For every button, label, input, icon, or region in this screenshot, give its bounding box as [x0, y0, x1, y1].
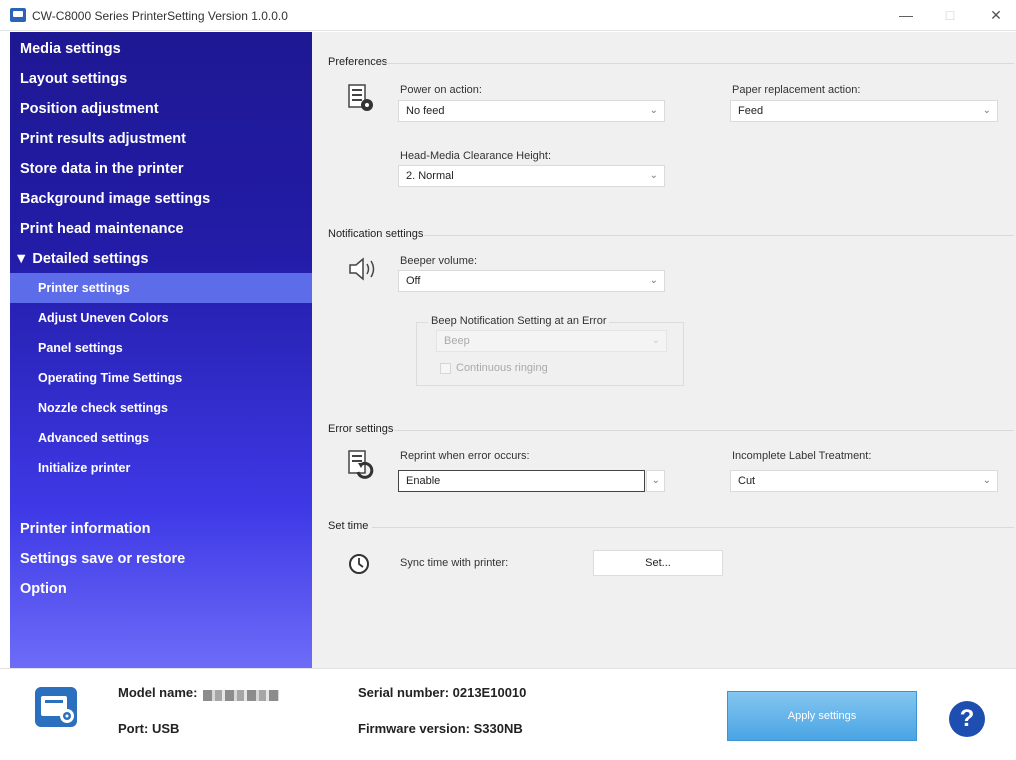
reprint-value: Enable	[406, 475, 441, 487]
head-clearance-label: Head-Media Clearance Height:	[400, 150, 552, 162]
port-label: Port: USB	[118, 721, 180, 736]
continuous-ringing-label: Continuous ringing	[456, 362, 548, 374]
sidebar-item-settings-save-restore[interactable]: Settings save or restore	[20, 551, 185, 567]
sidebar-subitem-nozzle-check[interactable]: Nozzle check settings	[38, 401, 168, 415]
sidebar-subitem-operating-time[interactable]: Operating Time Settings	[38, 371, 182, 385]
divider	[384, 63, 1014, 64]
beeper-volume-value: Off	[406, 275, 421, 287]
printer-settings-icon	[35, 687, 77, 727]
sidebar-item-position-adjustment[interactable]: Position adjustment	[20, 101, 159, 117]
printer-gear-icon	[348, 84, 373, 111]
sidebar-item-media-settings[interactable]: Media settings	[20, 41, 121, 57]
power-on-action-value: No feed	[406, 105, 445, 117]
help-icon[interactable]: ?	[949, 701, 985, 737]
sidebar-subitem-printer-settings[interactable]: Printer settings	[38, 281, 130, 295]
sidebar: Media settings Layout settings Position …	[10, 32, 312, 668]
sidebar-item-background-image[interactable]: Background image settings	[20, 191, 210, 207]
preferences-group-label: Preferences	[328, 56, 388, 68]
minimize-button[interactable]: —	[888, 4, 924, 26]
speaker-icon	[349, 257, 375, 281]
head-clearance-value: 2. Normal	[406, 170, 454, 182]
head-clearance-dropdown[interactable]: 2. Normal ⌄	[398, 165, 665, 187]
sidebar-item-printer-information[interactable]: Printer information	[20, 521, 151, 537]
serial-number-label: Serial number: 0213E10010	[358, 685, 527, 700]
beep-error-dropdown[interactable]: Beep ⌄	[436, 330, 667, 352]
firmware-version-label: Firmware version: S330NB	[358, 721, 523, 736]
maximize-button[interactable]: □	[932, 4, 968, 26]
chevron-down-icon: ⌄	[982, 105, 991, 116]
beeper-volume-label: Beeper volume:	[400, 255, 478, 267]
continuous-ringing-checkbox[interactable]	[440, 363, 451, 374]
chevron-down-icon: ⌄	[651, 475, 660, 486]
sidebar-item-option[interactable]: Option	[20, 581, 67, 597]
settime-group-label: Set time	[328, 520, 369, 532]
model-name-label: Model name:	[118, 685, 198, 700]
footer-bar: Model name: Port: USB Serial number: 021…	[0, 668, 1016, 760]
close-button[interactable]: ✕	[978, 4, 1014, 26]
divider	[424, 235, 1014, 236]
paper-replacement-label: Paper replacement action:	[732, 84, 861, 96]
reprint-label: Reprint when error occurs:	[400, 450, 530, 462]
power-on-action-label: Power on action:	[400, 84, 482, 96]
incomplete-label-label: Incomplete Label Treatment:	[732, 450, 872, 462]
notification-group-label: Notification settings	[328, 228, 424, 240]
clock-icon	[349, 554, 369, 574]
chevron-down-icon: ⌄	[649, 170, 658, 181]
incomplete-label-dropdown[interactable]: Cut ⌄	[730, 470, 998, 492]
title-bar: CW-C8000 Series PrinterSetting Version 1…	[0, 0, 1016, 31]
model-name-redacted	[203, 690, 279, 701]
chevron-down-icon: ⌄	[651, 335, 660, 346]
sidebar-subitem-panel-settings[interactable]: Panel settings	[38, 341, 123, 355]
reprint-dropdown[interactable]: Enable	[398, 470, 645, 492]
power-on-action-dropdown[interactable]: No feed ⌄	[398, 100, 665, 122]
main-panel: Preferences Power on action: No feed ⌄ Pa…	[312, 32, 1016, 668]
apply-settings-button[interactable]: Apply settings	[727, 691, 917, 741]
paper-replacement-dropdown[interactable]: Feed ⌄	[730, 100, 998, 122]
chevron-down-icon: ⌄	[649, 105, 658, 116]
chevron-down-icon: ⌄	[649, 275, 658, 286]
sidebar-item-store-data[interactable]: Store data in the printer	[20, 161, 184, 177]
printer-app-icon	[10, 8, 26, 22]
beep-error-label: Beep Notification Setting at an Error	[428, 315, 610, 327]
sidebar-subitem-adjust-uneven-colors[interactable]: Adjust Uneven Colors	[38, 311, 169, 325]
divider	[372, 527, 1014, 528]
sidebar-item-print-head-maintenance[interactable]: Print head maintenance	[20, 221, 184, 237]
reprint-dropdown-arrow[interactable]: ⌄	[646, 470, 665, 492]
error-group-label: Error settings	[328, 423, 394, 435]
paper-replacement-value: Feed	[738, 105, 764, 117]
divider	[394, 430, 1014, 431]
sidebar-item-print-results-adjustment[interactable]: Print results adjustment	[20, 131, 186, 147]
sidebar-item-detailed-settings[interactable]: ▼ Detailed settings	[14, 251, 148, 267]
sidebar-subitem-advanced-settings[interactable]: Advanced settings	[38, 431, 149, 445]
beep-error-value: Beep	[444, 335, 470, 347]
sync-time-label: Sync time with printer:	[400, 557, 509, 569]
incomplete-label-value: Cut	[738, 475, 756, 487]
sidebar-item-layout-settings[interactable]: Layout settings	[20, 71, 127, 87]
sidebar-subitem-initialize-printer[interactable]: Initialize printer	[38, 461, 130, 475]
window-title: CW-C8000 Series PrinterSetting Version 1…	[32, 9, 288, 23]
set-time-button[interactable]: Set...	[593, 550, 723, 576]
beeper-volume-dropdown[interactable]: Off ⌄	[398, 270, 665, 292]
chevron-down-icon: ⌄	[982, 475, 991, 486]
printer-reprint-icon	[348, 450, 374, 479]
